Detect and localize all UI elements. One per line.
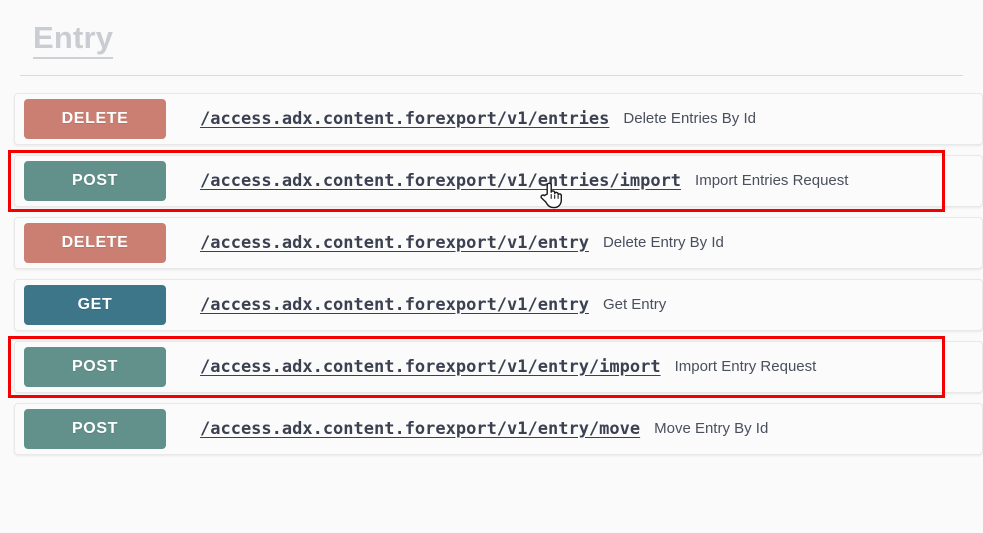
method-badge-post[interactable]: POST — [24, 346, 166, 387]
operation-description: Delete Entries By Id — [623, 110, 756, 128]
operation-row[interactable]: DELETE/access.adx.content.forexport/v1/e… — [14, 92, 983, 145]
operation-row-wrapper: DELETE/access.adx.content.forexport/v1/e… — [0, 88, 983, 150]
operation-description: Import Entry Request — [674, 358, 817, 376]
operation-row[interactable]: GET/access.adx.content.forexport/v1/entr… — [14, 278, 983, 331]
operation-list: DELETE/access.adx.content.forexport/v1/e… — [0, 88, 983, 460]
operation-row-wrapper: GET/access.adx.content.forexport/v1/entr… — [0, 274, 983, 336]
swagger-operations-page: Entry DELETE/access.adx.content.forexpor… — [0, 0, 983, 533]
operation-description: Move Entry By Id — [654, 420, 769, 438]
operation-path[interactable]: /access.adx.content.forexport/v1/entry — [200, 295, 589, 315]
operation-row-wrapper: POST/access.adx.content.forexport/v1/ent… — [0, 149, 983, 212]
operation-row[interactable]: DELETE/access.adx.content.forexport/v1/e… — [14, 216, 983, 269]
method-badge-post[interactable]: POST — [24, 160, 166, 201]
method-badge-get[interactable]: GET — [24, 284, 166, 325]
operation-description: Delete Entry By Id — [602, 234, 724, 252]
operation-row[interactable]: POST/access.adx.content.forexport/v1/ent… — [14, 340, 983, 393]
operation-row-wrapper: DELETE/access.adx.content.forexport/v1/e… — [0, 212, 983, 274]
operation-path[interactable]: /access.adx.content.forexport/v1/entries — [200, 109, 609, 129]
operation-description: Import Entries Request — [695, 172, 849, 190]
method-badge-post[interactable]: POST — [24, 408, 166, 449]
method-badge-delete[interactable]: DELETE — [24, 222, 166, 263]
method-badge-delete[interactable]: DELETE — [24, 98, 166, 139]
page-title: Entry — [33, 21, 114, 59]
operation-path[interactable]: /access.adx.content.forexport/v1/entry/m… — [200, 419, 640, 439]
section-header: Entry — [0, 0, 983, 59]
operation-path[interactable]: /access.adx.content.forexport/v1/entry — [200, 233, 589, 253]
section-divider — [20, 74, 963, 76]
operation-row[interactable]: POST/access.adx.content.forexport/v1/ent… — [14, 402, 983, 455]
operation-path[interactable]: /access.adx.content.forexport/v1/entry/i… — [200, 357, 661, 377]
operation-path[interactable]: /access.adx.content.forexport/v1/entries… — [200, 171, 681, 191]
operation-row-wrapper: POST/access.adx.content.forexport/v1/ent… — [0, 335, 983, 398]
operation-row-wrapper: POST/access.adx.content.forexport/v1/ent… — [0, 398, 983, 460]
operation-row[interactable]: POST/access.adx.content.forexport/v1/ent… — [14, 154, 983, 207]
operation-description: Get Entry — [602, 296, 667, 314]
